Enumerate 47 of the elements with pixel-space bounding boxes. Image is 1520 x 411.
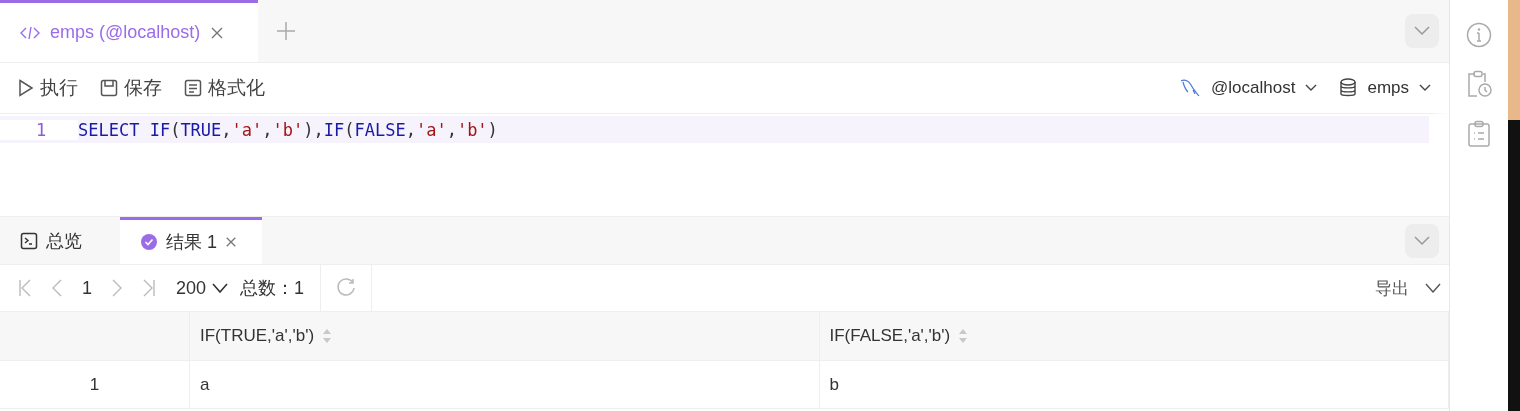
export-button[interactable]: 导出 — [1375, 276, 1441, 300]
table-cell: b — [829, 374, 839, 395]
line-number: 1 — [0, 119, 78, 140]
refresh-icon[interactable] — [335, 277, 358, 299]
chevron-down-icon — [212, 283, 229, 293]
check-circle-icon — [140, 233, 158, 251]
document-icon — [184, 79, 202, 97]
previous-page-icon[interactable] — [52, 279, 62, 297]
column-header[interactable]: IF(FALSE,'a','b') — [829, 326, 951, 346]
collapse-button[interactable] — [1405, 14, 1439, 48]
next-page-icon[interactable] — [112, 279, 122, 297]
connection-select[interactable]: @localhost — [1179, 78, 1318, 98]
last-page-icon[interactable] — [142, 279, 156, 297]
database-icon — [1339, 78, 1358, 98]
format-button[interactable]: 格式化 — [184, 75, 265, 101]
column-header[interactable]: IF(TRUE,'a','b') — [200, 326, 315, 346]
result-tab[interactable]: 结果 1 — [120, 217, 262, 264]
save-button[interactable]: 保存 — [100, 75, 162, 101]
page-size-select[interactable]: 200 — [176, 277, 229, 299]
page-number: 1 — [82, 277, 92, 299]
database-select[interactable]: emps — [1339, 78, 1431, 98]
code-icon — [20, 25, 40, 40]
terminal-icon — [20, 231, 38, 250]
code-line: SELECT IF(TRUE,'a','b'),IF(FALSE,'a','b') — [78, 119, 498, 140]
run-button[interactable]: 执行 — [18, 75, 78, 101]
chevron-down-icon — [1419, 84, 1431, 92]
editor-tab[interactable]: emps (@localhost) — [0, 0, 258, 62]
close-icon[interactable] — [210, 25, 225, 40]
chevron-down-icon — [1414, 26, 1430, 36]
close-icon[interactable] — [225, 236, 237, 248]
chevron-down-icon — [1305, 84, 1318, 92]
clipboard-list-icon[interactable] — [1467, 120, 1491, 148]
first-page-icon[interactable] — [18, 279, 32, 297]
row-number: 1 — [89, 374, 100, 395]
info-icon[interactable] — [1466, 22, 1492, 48]
save-icon — [100, 79, 118, 97]
collapse-button[interactable] — [1405, 223, 1439, 258]
table-cell: a — [200, 374, 210, 395]
result-tab[interactable]: 总览 — [0, 217, 120, 264]
sort-icon[interactable] — [958, 328, 969, 344]
add-tab-icon[interactable] — [276, 21, 296, 41]
sort-icon[interactable] — [322, 328, 333, 344]
chevron-down-icon — [1425, 283, 1441, 293]
clipboard-clock-icon[interactable] — [1465, 70, 1493, 98]
play-icon — [18, 79, 34, 97]
chevron-down-icon — [1414, 235, 1430, 246]
total-count: 总数：1 — [240, 277, 305, 300]
